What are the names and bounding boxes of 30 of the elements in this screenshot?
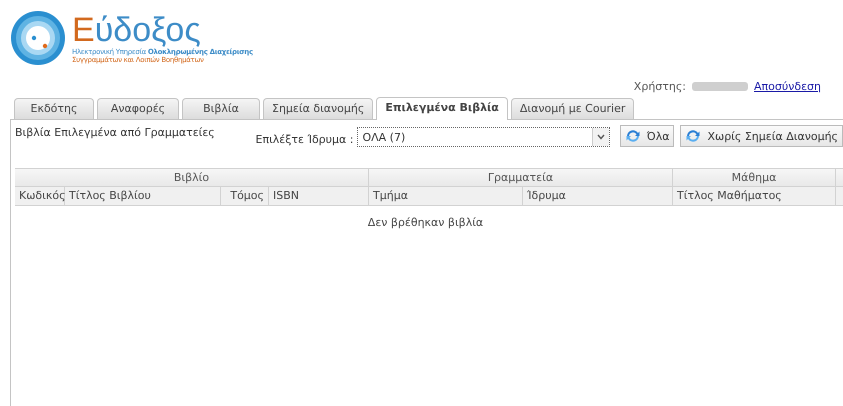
tab[interactable]: Βιβλία	[182, 98, 260, 119]
tab[interactable]: Σημεία διανομής	[263, 98, 374, 119]
tab[interactable]: Επιλεγμένα Βιβλία	[376, 97, 508, 120]
rings-icon	[10, 10, 66, 66]
logout-link[interactable]: Αποσύνδεση	[754, 80, 821, 93]
filter-label: Επιλέξτε Ίδρυμα :	[256, 133, 354, 146]
refresh-icon	[685, 128, 702, 144]
column-header[interactable]: ISBN	[269, 187, 369, 206]
tab[interactable]: Αναφορές	[97, 98, 179, 119]
tab[interactable]: Εκδότης	[14, 98, 94, 119]
user-label: Χρήστης:	[634, 80, 686, 93]
blurred-username	[692, 82, 748, 91]
empty-message: Δεν βρέθηκαν βιβλία	[366, 215, 484, 229]
column-header[interactable]: Τίτλος Βιβλίου	[65, 187, 221, 206]
column-header[interactable]: Τμήμα	[369, 187, 523, 206]
column-header[interactable]: Τίτλος Μαθήματος	[673, 187, 836, 206]
refresh-icon	[624, 128, 641, 144]
column-group-header: Μάθημα	[673, 168, 836, 187]
refresh-button[interactable]: Χωρίς Σημεία Διανομής	[680, 125, 843, 147]
institution-dropdown[interactable]: ΟΛΑ (7)	[357, 127, 610, 147]
column-group-header: Γραμματεία	[369, 168, 673, 187]
column-header[interactable]: Ίδρυμα	[523, 187, 673, 206]
column-header[interactable]: Κωδικός	[15, 187, 65, 206]
column-group-header: Βιβλίο	[15, 168, 369, 187]
column-header[interactable]: Τόμος	[221, 187, 269, 206]
panel-title: Βιβλία Επιλεγμένα από Γραμματείες	[15, 125, 216, 139]
caret-icon	[592, 128, 609, 146]
tab[interactable]: Διανομή με Courier	[510, 98, 634, 119]
refresh-button[interactable]: Όλα	[620, 125, 674, 147]
logo-title: Εύδοξος	[72, 12, 201, 48]
